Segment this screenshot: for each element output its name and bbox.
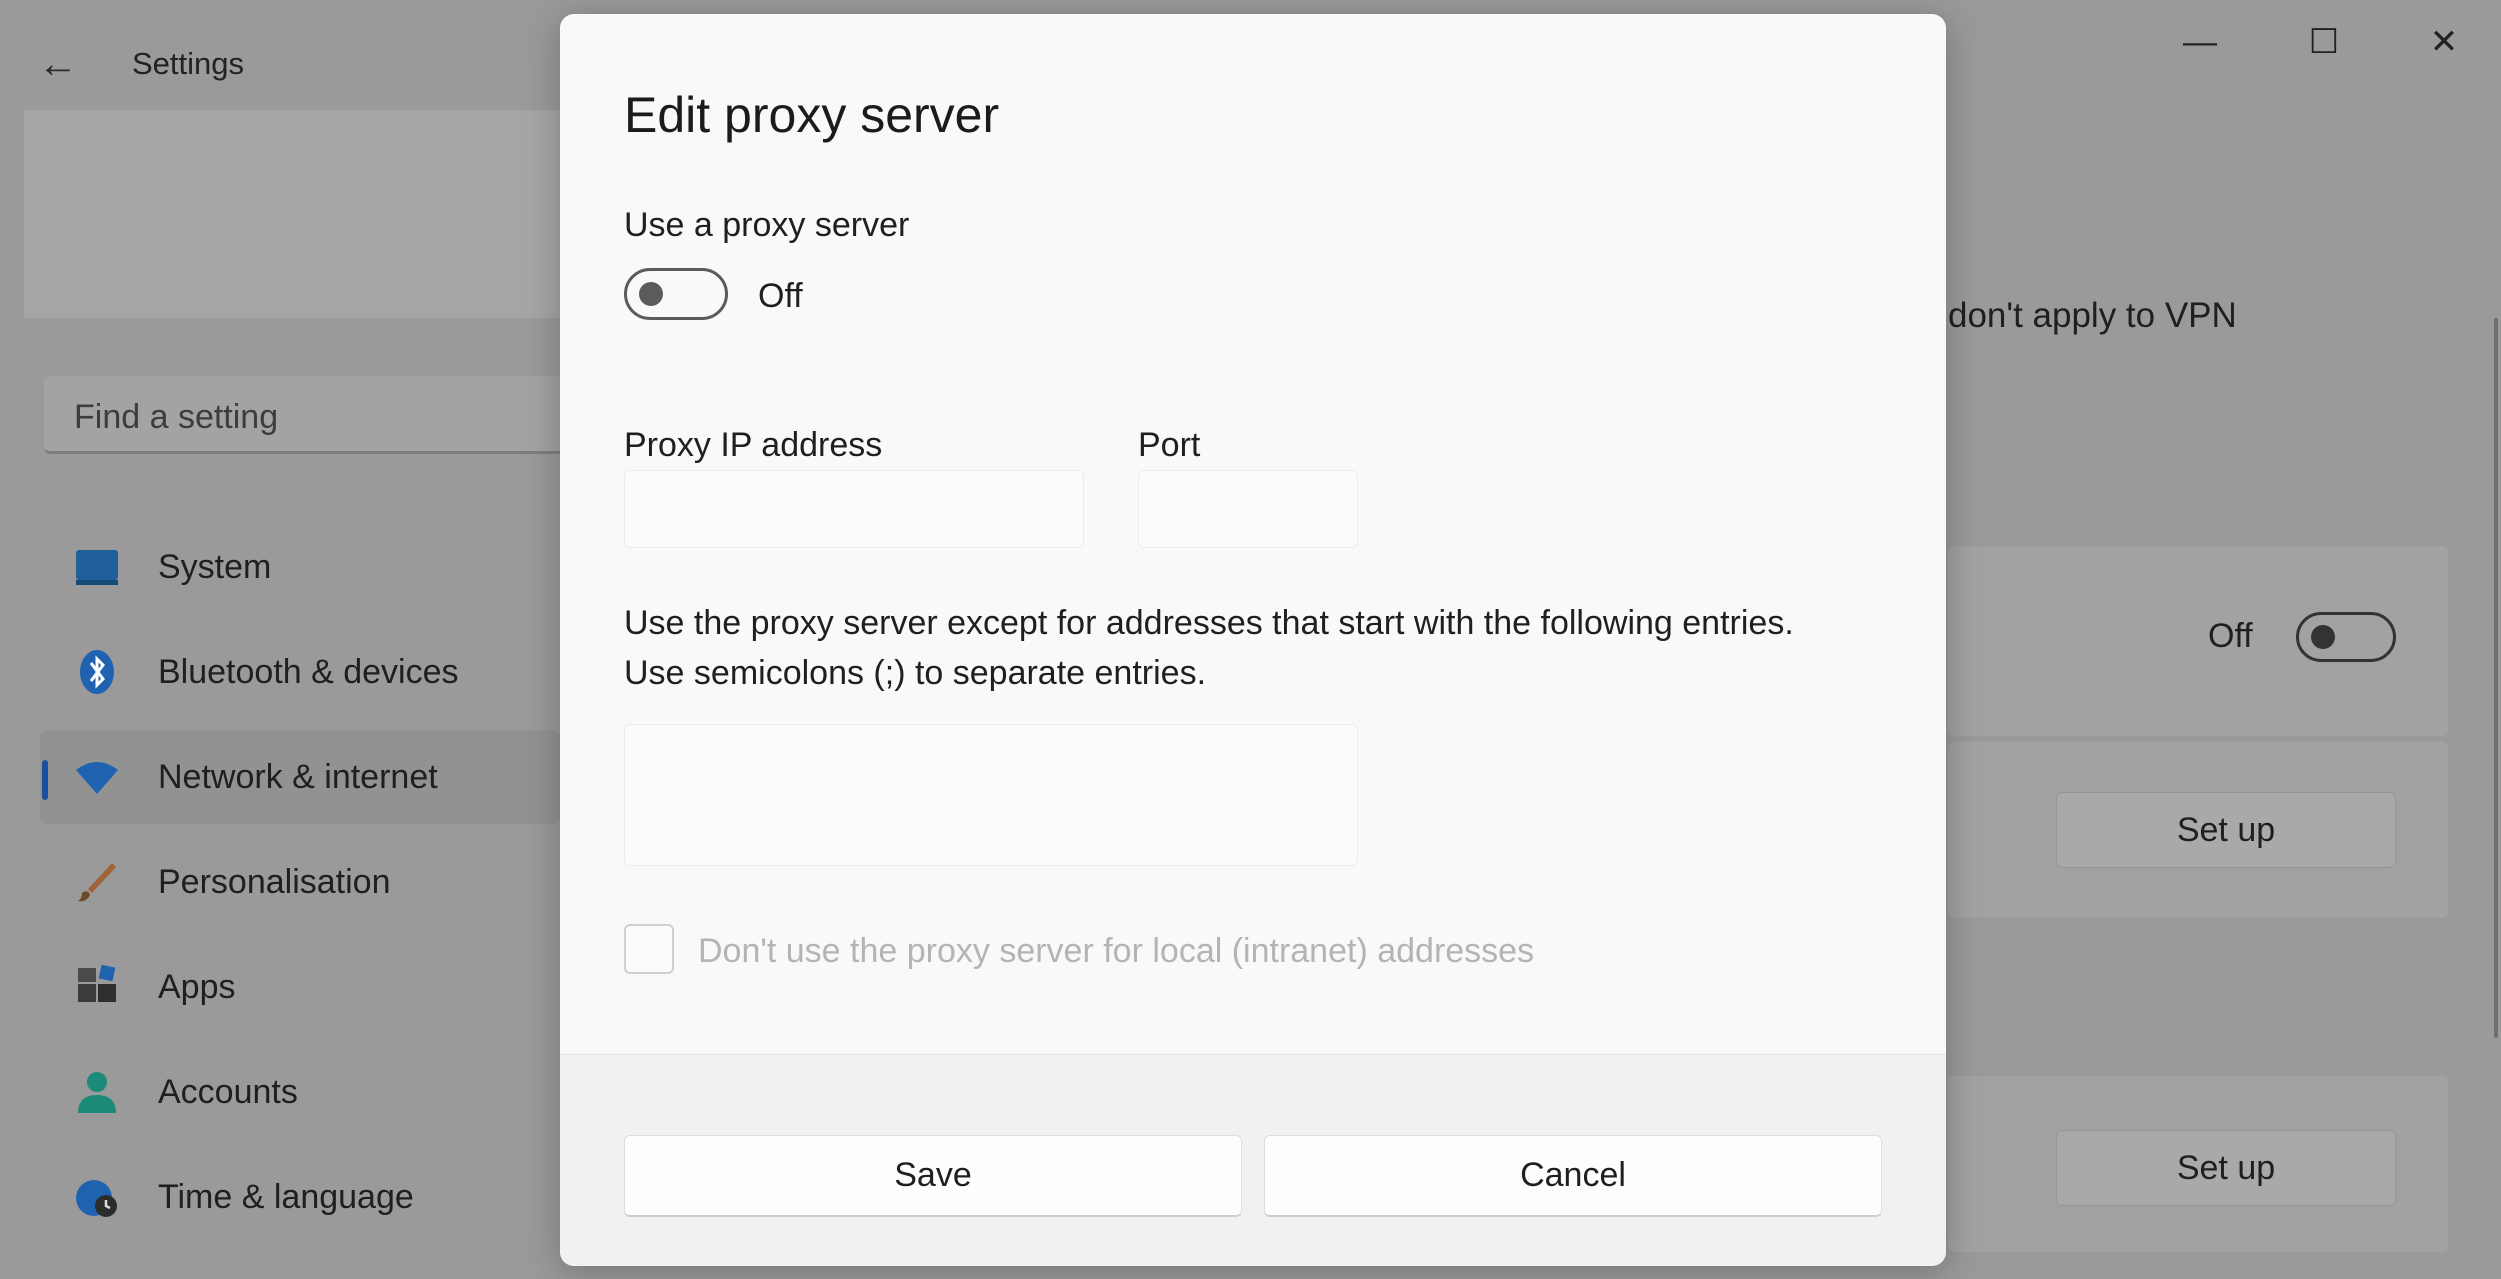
sidebar-item-label: Accounts [158,1073,298,1111]
local-bypass-row[interactable]: Don't use the proxy server for local (in… [624,924,1724,976]
local-bypass-label: Don't use the proxy server for local (in… [698,932,1535,970]
use-proxy-toggle[interactable] [624,268,728,320]
vpn-note-text: don't apply to VPN [1948,296,2237,335]
selection-indicator [42,760,48,800]
sidebar-item-time-language[interactable]: Time & language [40,1150,560,1244]
sidebar-item-system[interactable]: System [40,520,560,614]
dialog-title: Edit proxy server [624,87,1000,143]
close-icon[interactable]: ✕ [2404,20,2484,64]
sidebar-item-label: System [158,548,272,586]
sidebar-item-bluetooth[interactable]: Bluetooth & devices [40,625,560,719]
local-bypass-checkbox[interactable] [624,924,674,974]
dialog-footer: Save Cancel [560,1054,1946,1266]
sidebar-item-network[interactable]: Network & internet [40,730,560,824]
brush-icon [78,863,116,902]
person-icon [78,1072,116,1113]
save-button[interactable]: Save [624,1135,1242,1217]
toggle-knob [2311,625,2335,649]
exceptions-description: Use the proxy server except for addresse… [624,598,1794,698]
sidebar-item-accounts[interactable]: Accounts [40,1045,560,1139]
use-proxy-label: Use a proxy server [624,206,910,244]
toggle-knob [639,282,663,306]
search-box[interactable] [44,376,564,454]
app-title: Settings [132,46,245,81]
back-arrow-icon[interactable]: ← [38,42,88,86]
sidebar-item-label: Network & internet [158,758,438,796]
sidebar-item-label: Bluetooth & devices [158,653,459,691]
sidebar-item-apps[interactable]: Apps [40,940,560,1034]
wifi-icon [76,762,118,794]
sidebar-item-label: Apps [158,968,236,1006]
sidebar-item-label: Personalisation [158,863,391,901]
exceptions-description-line: Use the proxy server except for addresse… [624,604,1794,642]
scrollbar[interactable] [2494,318,2498,1038]
exceptions-description-line: Use semicolons (;) to separate entries. [624,654,1207,692]
setup-script-button[interactable]: Set up [2056,792,2396,868]
use-proxy-state: Off [758,277,803,315]
port-input[interactable] [1138,470,1358,548]
sidebar-item-label: Time & language [158,1178,414,1216]
bluetooth-icon [80,650,114,694]
proxy-ip-label: Proxy IP address [624,426,883,464]
search-input[interactable] [72,396,556,438]
maximize-icon[interactable]: ☐ [2284,20,2364,64]
port-label: Port [1138,426,1201,464]
apps-icon [78,964,116,1002]
auto-detect-toggle[interactable] [2296,612,2396,662]
profile-card[interactable] [24,110,564,318]
globe-clock-icon [76,1180,117,1217]
proxy-ip-input[interactable] [624,470,1084,548]
system-icon [76,550,118,585]
edit-proxy-dialog: Edit proxy server Use a proxy server Off… [560,14,1946,1266]
minimize-icon[interactable]: — [2160,20,2240,64]
cancel-button[interactable]: Cancel [1264,1135,1882,1217]
exceptions-input[interactable] [624,724,1358,866]
setup-manual-proxy-button[interactable]: Set up [2056,1130,2396,1206]
toggle-state-label: Off [2208,617,2253,655]
sidebar-item-personalisation[interactable]: Personalisation [40,835,560,929]
